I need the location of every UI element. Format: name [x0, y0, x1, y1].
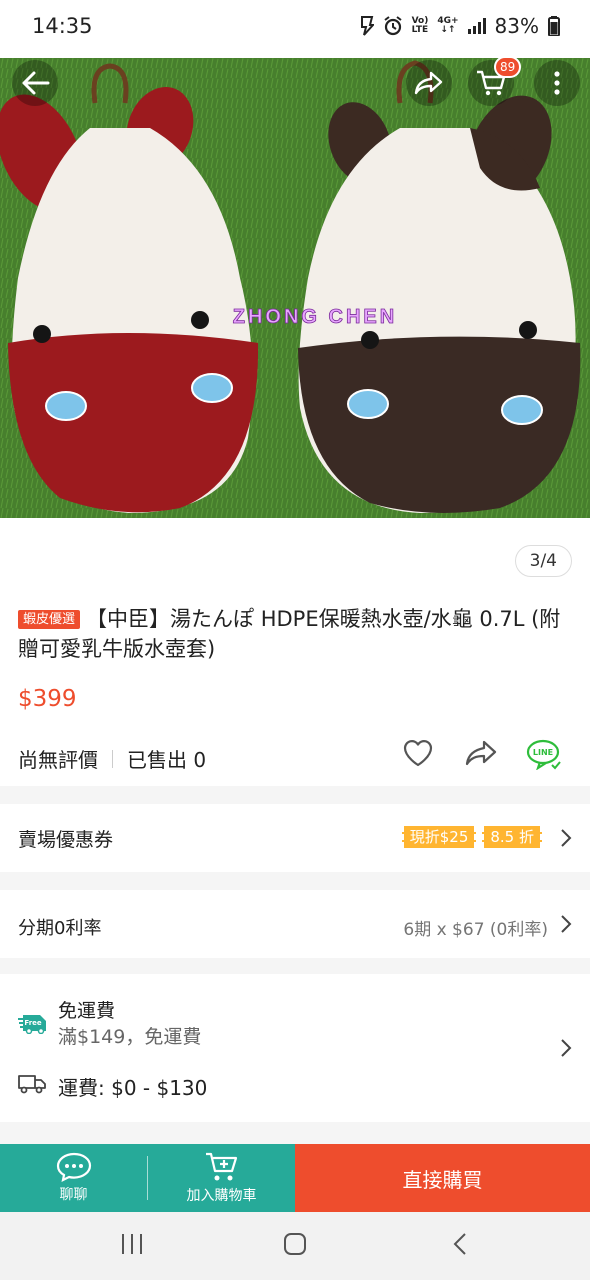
cart-count-badge: 89	[494, 58, 522, 78]
back-arrow-icon	[22, 71, 50, 95]
installment-row[interactable]: 分期0利率 6期 x $67 (0利率)	[0, 890, 590, 958]
shipping-row[interactable]: Free 免運費 滿$149，免運費 運費: $0 - $130	[0, 974, 590, 1122]
shop-voucher-row[interactable]: 賣場優惠券 現折$25 8.5 折	[0, 804, 590, 872]
voucher-label: 賣場優惠券	[18, 829, 114, 851]
shipping-fee: 運費: $0 - $130	[58, 1076, 208, 1100]
back-button[interactable]	[12, 60, 58, 106]
battery-percent: 83%	[494, 14, 539, 38]
mall-badge: 蝦皮優選	[18, 610, 81, 629]
voucher-tag: 8.5 折	[482, 826, 542, 848]
truck-icon	[18, 1075, 46, 1094]
product-stats: 尚無評價 已售出 0	[18, 744, 206, 773]
home-icon	[284, 1233, 306, 1255]
data-saver-icon	[360, 16, 374, 36]
back-nav-button[interactable]	[452, 1232, 468, 1260]
product-title-block: 蝦皮優選 【中臣】湯たんぽ HDPE保暖熱水壺/水龜 0.7L (附贈可愛乳牛版水…	[18, 604, 573, 664]
buy-now-button[interactable]: 直接購買	[295, 1144, 590, 1212]
network-indicator: 4G+ ↓↑	[437, 16, 459, 35]
alarm-icon	[383, 16, 403, 36]
chevron-right-icon	[561, 915, 572, 933]
add-cart-label: 加入購物車	[186, 1188, 257, 1204]
product-image: ZHONG CHEN	[0, 58, 590, 518]
bottom-left-actions: 聊聊 加入購物車	[0, 1144, 295, 1212]
status-bar: 14:35 Vo) LTE 4G+ ↓↑ 83%	[0, 0, 590, 58]
voucher-list: 現折$25 8.5 折	[401, 826, 542, 848]
product-image-carousel[interactable]: ZHONG CHEN 89	[0, 58, 590, 518]
share-button[interactable]	[406, 60, 452, 106]
status-time: 14:35	[32, 14, 93, 38]
watermark-text: ZHONG CHEN	[233, 306, 397, 328]
sold-count: 已售出 0	[127, 748, 207, 772]
free-shipping-label: 免運費	[58, 1000, 116, 1022]
system-nav-bar	[0, 1212, 590, 1280]
stats-divider	[112, 749, 113, 768]
like-button[interactable]	[402, 738, 434, 772]
chat-button[interactable]: 聊聊	[0, 1144, 147, 1212]
more-button[interactable]	[534, 60, 580, 106]
share-icon	[465, 740, 497, 766]
installment-value: 6期 x $67 (0利率)	[403, 920, 548, 940]
installment-label: 分期0利率	[18, 918, 102, 939]
share-icon	[414, 71, 443, 95]
image-page-counter: 3/4	[514, 545, 572, 577]
volte-indicator: Vo) LTE	[411, 16, 429, 35]
bottom-action-bar: 聊聊 加入購物車 直接購買	[0, 1144, 590, 1212]
home-button[interactable]	[283, 1232, 307, 1260]
recent-apps-button[interactable]	[120, 1232, 144, 1260]
free-shipping-detail: 滿$149，免運費	[58, 1026, 202, 1048]
product-price: $399	[18, 686, 77, 712]
recent-apps-icon	[122, 1234, 142, 1254]
chevron-right-icon	[561, 1039, 572, 1057]
svg-text:Free: Free	[24, 1019, 42, 1027]
chat-icon	[56, 1152, 91, 1182]
free-shipping-icon: Free	[18, 1015, 46, 1034]
heart-icon	[403, 740, 433, 767]
chat-label: 聊聊	[59, 1187, 88, 1203]
status-icons: Vo) LTE 4G+ ↓↑ 83%	[360, 14, 560, 38]
svg-text:LINE: LINE	[533, 748, 553, 757]
line-share-button[interactable]: LINE	[526, 738, 562, 774]
add-to-cart-button[interactable]: 加入購物車	[148, 1144, 295, 1212]
product-info: 3/4 蝦皮優選 【中臣】湯たんぽ HDPE保暖熱水壺/水龜 0.7L (附贈可愛…	[0, 518, 590, 786]
more-icon	[554, 71, 560, 95]
back-chevron-icon	[453, 1233, 466, 1255]
chevron-right-icon	[561, 829, 572, 847]
add-cart-icon	[205, 1152, 237, 1181]
battery-icon	[548, 16, 560, 36]
voucher-tag: 現折$25	[401, 826, 477, 848]
line-icon: LINE	[526, 739, 561, 771]
product-share-button[interactable]	[464, 738, 498, 772]
cart-button[interactable]: 89	[468, 58, 522, 106]
rating-text: 尚無評價	[18, 748, 98, 772]
signal-icon	[467, 18, 486, 34]
product-title: 【中臣】湯たんぽ HDPE保暖熱水壺/水龜 0.7L (附贈可愛乳牛版水壺套)	[18, 607, 561, 661]
